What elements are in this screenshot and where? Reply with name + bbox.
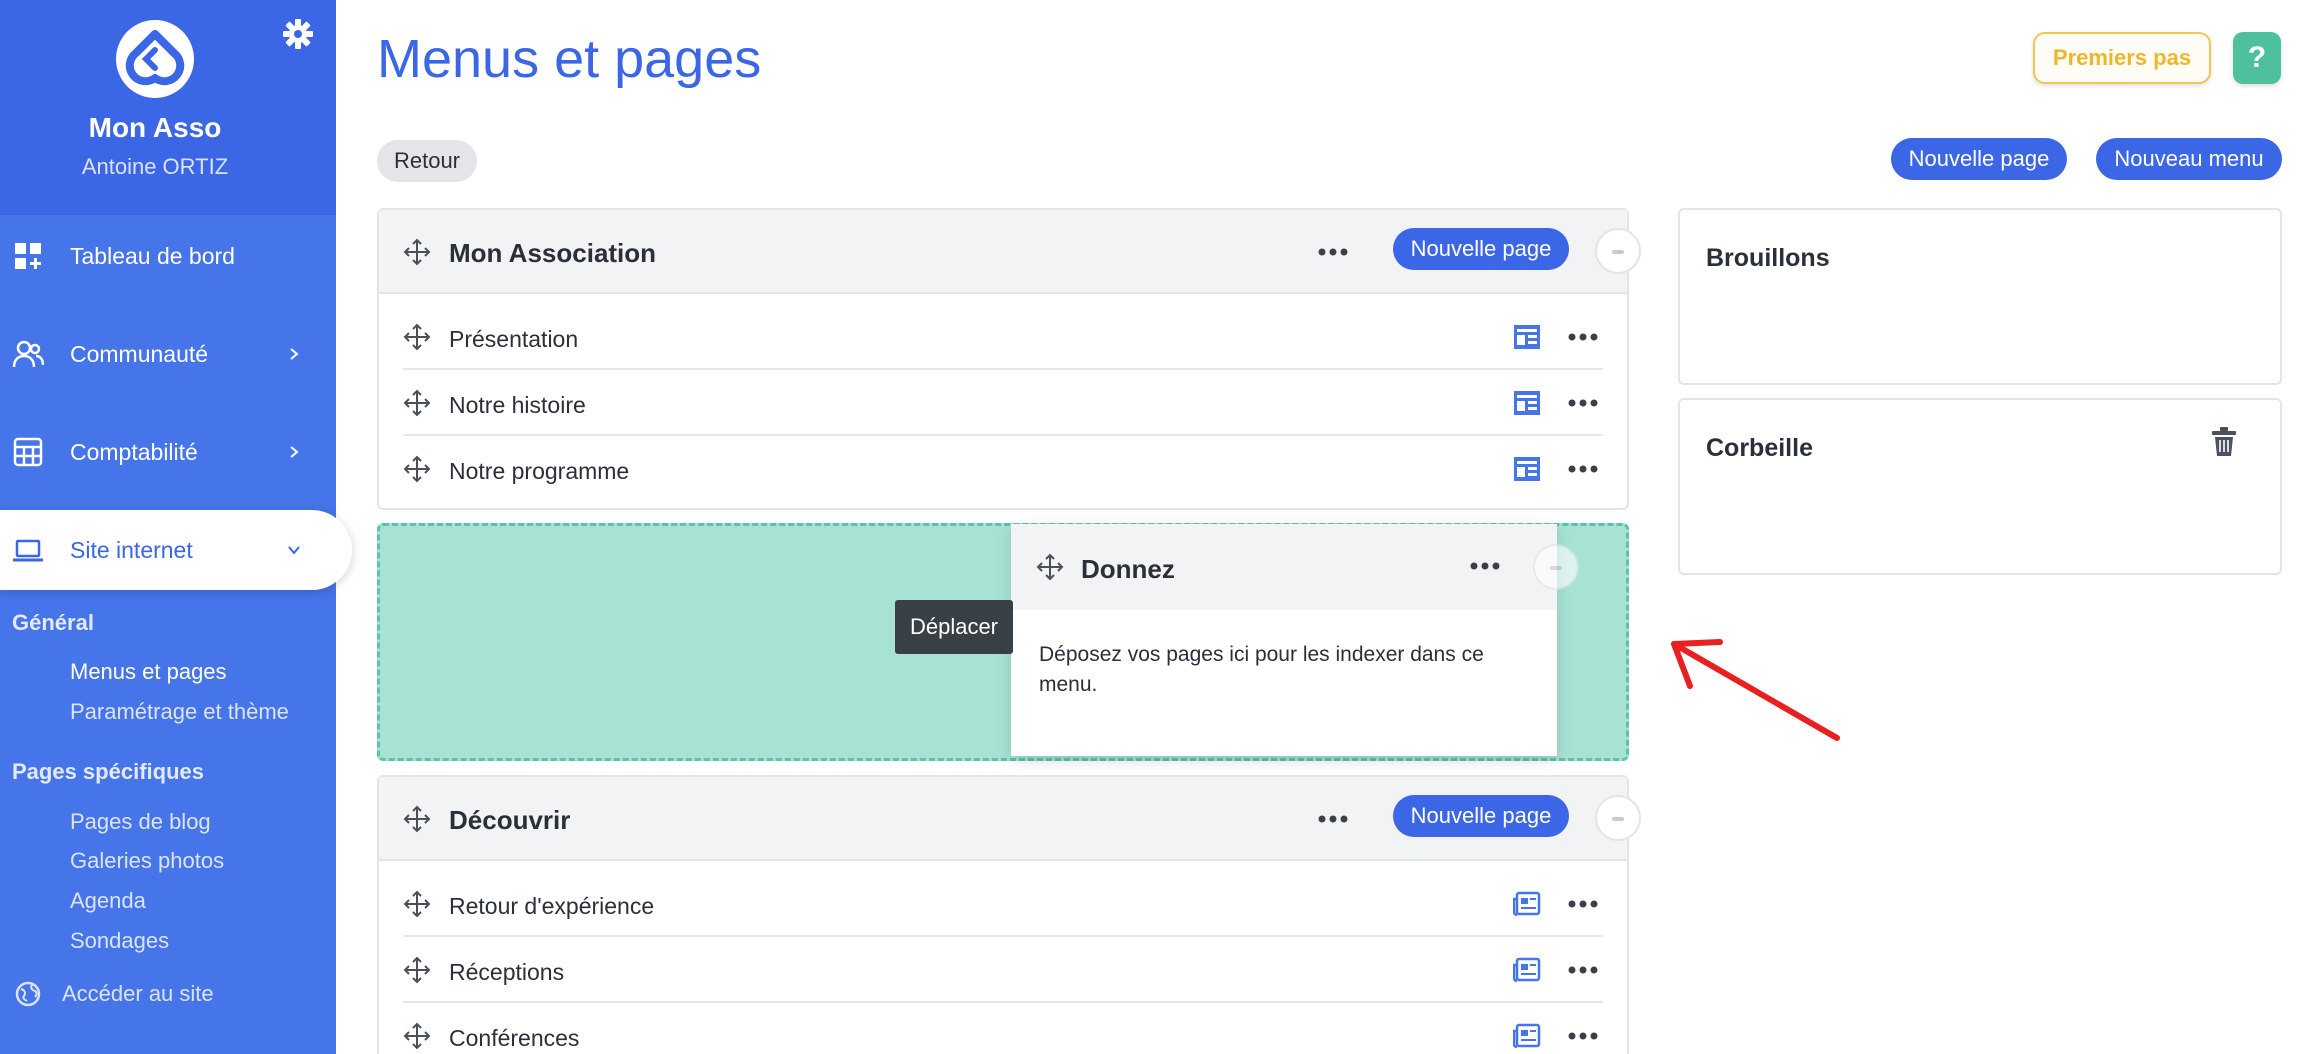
- list-item[interactable]: Conférences: [403, 1003, 1603, 1054]
- menu-title: Donnez: [1081, 554, 1175, 584]
- more-options-icon[interactable]: [1568, 1031, 1598, 1041]
- more-options-icon[interactable]: [1568, 332, 1598, 342]
- move-icon[interactable]: [403, 890, 431, 918]
- collapse-menu-button[interactable]: [1595, 795, 1641, 841]
- section-title-general: Général: [12, 610, 94, 635]
- menu-header: Mon Association Nouvelle page: [379, 210, 1627, 294]
- access-site-link[interactable]: Accéder au site: [14, 980, 214, 1008]
- trash-icon[interactable]: [2210, 426, 2238, 458]
- nav-label: Communauté: [70, 341, 209, 367]
- news-page-icon[interactable]: [1513, 1023, 1541, 1049]
- move-icon[interactable]: [403, 389, 431, 417]
- premiers-pas-button[interactable]: Premiers pas: [2033, 32, 2211, 84]
- sub-link-agenda[interactable]: Agenda: [70, 888, 146, 914]
- sub-link-menus-et-pages[interactable]: Menus et pages: [70, 659, 227, 685]
- page-title: Menus et pages: [377, 29, 762, 89]
- more-options-icon[interactable]: [1470, 561, 1500, 571]
- nav-item-tableau-de-bord[interactable]: Tableau de bord: [0, 216, 336, 296]
- page-layout-icon[interactable]: [1513, 324, 1541, 350]
- nav-label: Comptabilité: [70, 439, 198, 465]
- nav-item-site-internet[interactable]: Site internet: [0, 510, 352, 590]
- list-item[interactable]: Retour d'expérience: [403, 871, 1603, 937]
- menu-title: Mon Association: [449, 238, 657, 268]
- more-options-icon[interactable]: [1318, 814, 1348, 824]
- section-title-pages-specifiques: Pages spécifiques: [12, 759, 204, 784]
- access-site-label: Accéder au site: [62, 981, 214, 1006]
- chevron-down-icon: [288, 546, 300, 555]
- page-label: Réceptions: [449, 959, 565, 985]
- move-icon[interactable]: [403, 323, 431, 351]
- sub-link-pages-de-blog[interactable]: Pages de blog: [70, 809, 211, 835]
- news-page-icon[interactable]: [1513, 891, 1541, 917]
- gear-icon[interactable]: [282, 18, 314, 50]
- move-icon[interactable]: [403, 805, 431, 833]
- list-item[interactable]: Présentation: [403, 304, 1603, 370]
- new-page-button[interactable]: Nouvelle page: [1891, 138, 2067, 180]
- nav-item-communaute[interactable]: Communauté: [0, 314, 336, 394]
- sub-link-sondages[interactable]: Sondages: [70, 928, 169, 954]
- move-icon[interactable]: [403, 1022, 431, 1050]
- org-logo-icon[interactable]: [116, 20, 194, 98]
- drop-hint-text: Déposez vos pages ici pour les indexer d…: [1039, 643, 1484, 696]
- list-item[interactable]: Notre programme: [403, 436, 1603, 502]
- nav-label: Tableau de bord: [70, 243, 235, 269]
- more-options-icon[interactable]: [1568, 398, 1598, 408]
- move-icon[interactable]: [403, 238, 431, 266]
- menu-new-page-button[interactable]: Nouvelle page: [1393, 795, 1569, 837]
- page-label: Conférences: [449, 1025, 580, 1051]
- trash-panel[interactable]: Corbeille: [1678, 398, 2282, 575]
- calculator-icon: [13, 437, 43, 467]
- sub-link-parametrage-et-theme[interactable]: Paramétrage et thème: [70, 699, 289, 725]
- collapse-menu-button[interactable]: [1595, 228, 1641, 274]
- move-icon[interactable]: [403, 956, 431, 984]
- menu-new-page-button[interactable]: Nouvelle page: [1393, 228, 1569, 270]
- move-icon[interactable]: [403, 455, 431, 483]
- move-tooltip: Déplacer: [895, 600, 1013, 654]
- list-item[interactable]: Notre histoire: [403, 370, 1603, 436]
- laptop-icon: [13, 539, 43, 562]
- annotation-arrow-icon: [1671, 639, 1840, 741]
- news-page-icon[interactable]: [1513, 957, 1541, 983]
- help-button[interactable]: ?: [2233, 32, 2281, 84]
- menu-title: Découvrir: [449, 805, 571, 835]
- more-options-icon[interactable]: [1318, 247, 1348, 257]
- move-icon[interactable]: [1036, 553, 1064, 581]
- sidebar: Mon Asso Antoine ORTIZ Tableau de bord C…: [0, 0, 352, 1054]
- more-options-icon[interactable]: [1568, 464, 1598, 474]
- dragged-menu-card[interactable]: Donnez Déposez vos pages ici pour les in…: [1011, 524, 1579, 756]
- page-label: Retour d'expérience: [449, 893, 655, 919]
- page-label: Notre histoire: [449, 392, 586, 418]
- list-item[interactable]: Réceptions: [403, 937, 1603, 1003]
- chevron-right-icon: [290, 446, 299, 458]
- page-label: Notre programme: [449, 458, 630, 484]
- more-options-icon[interactable]: [1568, 965, 1598, 975]
- trash-title: Corbeille: [1706, 434, 1813, 462]
- menu-card-mon-association: Mon Association Nouvelle page Présentati…: [377, 208, 1641, 510]
- community-icon: [12, 340, 44, 368]
- sidebar-header: Mon Asso Antoine ORTIZ: [0, 0, 336, 215]
- dragged-menu-header: Donnez: [1011, 524, 1557, 610]
- new-menu-button[interactable]: Nouveau menu: [2096, 138, 2282, 180]
- dashboard-icon: [15, 243, 41, 269]
- page-layout-icon[interactable]: [1513, 456, 1541, 482]
- collapse-menu-button[interactable]: [1533, 544, 1579, 590]
- drafts-panel[interactable]: Brouillons: [1678, 208, 2282, 385]
- more-options-icon[interactable]: [1568, 899, 1598, 909]
- chevron-right-icon: [290, 348, 299, 360]
- user-name: Antoine ORTIZ: [81, 154, 229, 179]
- drafts-title: Brouillons: [1706, 244, 1830, 272]
- org-name: Mon Asso: [88, 112, 222, 143]
- menu-card-decouvrir: Découvrir Nouvelle page Retour d'expérie…: [377, 775, 1641, 1054]
- page-label: Présentation: [449, 326, 579, 352]
- sub-link-galeries-photos[interactable]: Galeries photos: [70, 848, 224, 874]
- nav-label: Site internet: [70, 537, 193, 563]
- nav-item-comptabilite[interactable]: Comptabilité: [0, 412, 336, 492]
- retour-button[interactable]: Retour: [377, 140, 477, 182]
- menu-header: Découvrir Nouvelle page: [379, 777, 1627, 861]
- globe-icon: [15, 981, 41, 1007]
- page-layout-icon[interactable]: [1513, 390, 1541, 416]
